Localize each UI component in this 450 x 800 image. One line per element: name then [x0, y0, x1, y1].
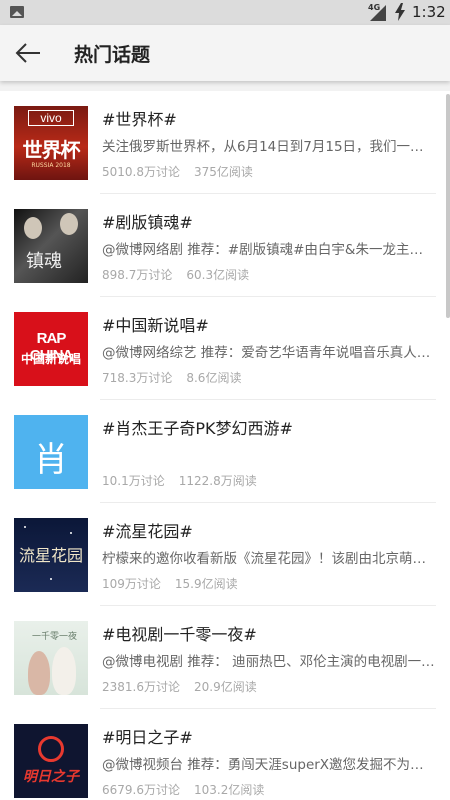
person [28, 651, 50, 695]
discussion-count: 2381.6万讨论 [102, 680, 180, 694]
topic-description: @微博电视剧 推荐： 迪丽热巴、邓伦主演的电视剧一千零一夜 [102, 654, 436, 670]
zhenhun-thumbnail: 镇魂 [14, 209, 88, 283]
read-count: 375亿阅读 [194, 165, 253, 179]
topic-description: 关注俄罗斯世界杯，从6月14日到7月15日，我们一起看球吧 [102, 139, 436, 155]
topic-item-zhenhun[interactable]: 镇魂 #剧版镇魂# @微博网络剧 推荐：#剧版镇魂#由白宇&朱一龙主演，正在热播… [0, 194, 450, 297]
tomorrow-logo-ring [38, 736, 64, 762]
read-count: 15.9亿阅读 [174, 577, 238, 591]
topic-stats: 2381.6万讨论 20.9亿阅读 [102, 678, 257, 695]
1001-nights-logo: 一千零一夜 [32, 632, 78, 642]
back-arrow-icon[interactable] [12, 37, 46, 69]
topic-item-xiaojie[interactable]: 肖 #肖杰王子奇PK梦幻西游# 10.1万讨论 1122.8万阅读 [0, 400, 450, 503]
topic-stats: 5010.8万讨论 375亿阅读 [102, 163, 253, 180]
star [24, 526, 26, 528]
rap-china-logo-cn: 中国新说唱 [20, 352, 81, 366]
topic-description: @微博视频台 推荐：勇闯天涯superX邀您发掘不为人知的音乐人 [102, 757, 436, 773]
topic-stats: 6679.6万讨论 103.2亿阅读 [102, 781, 264, 798]
topic-stats: 10.1万讨论 1122.8万阅读 [102, 472, 257, 489]
topic-stats: 109万讨论 15.9亿阅读 [102, 575, 238, 592]
rap-china-thumbnail: RAP CHINA 中国新说唱 [14, 312, 88, 386]
meteor-garden-thumbnail: 流星花园 [14, 518, 88, 592]
topic-title: #流星花园# [102, 522, 193, 541]
topic-title: #世界杯# [102, 110, 177, 129]
topic-title: #肖杰王子奇PK梦幻西游# [102, 419, 293, 438]
topic-description: @微博网络综艺 推荐：爱奇艺华语青年说唱音乐真人秀节目 [102, 345, 436, 361]
worldcup-logo-text: 世界杯 [22, 138, 81, 162]
tomorrow-logo: 明日之子 [23, 769, 79, 785]
gallery-notification-icon [10, 6, 24, 18]
discussion-count: 5010.8万讨论 [102, 165, 180, 179]
actor-face [24, 217, 42, 239]
read-count: 8.6亿阅读 [186, 371, 242, 385]
topic-title: #剧版镇魂# [102, 213, 193, 232]
topic-item-tomorrow[interactable]: 明日之子 #明日之子# @微博视频台 推荐：勇闯天涯superX邀您发掘不为人知… [0, 709, 450, 800]
discussion-count: 109万讨论 [102, 577, 161, 591]
1001-nights-thumbnail: 一千零一夜 [14, 621, 88, 695]
discussion-count: 898.7万讨论 [102, 268, 173, 282]
person [52, 647, 76, 695]
zhenhun-calligraphy: 镇魂 [26, 251, 62, 272]
meteor-garden-logo: 流星花园 [18, 546, 83, 565]
read-count: 60.3亿阅读 [186, 268, 250, 282]
worldcup-thumbnail: vivo 世界杯 RUSSIA 2018 [14, 106, 88, 180]
topic-item-meteor-garden[interactable]: 流星花园 #流星花园# 柠檬来的邀你收看新版《流星花园》！该剧由北京萌创出品 1… [0, 503, 450, 606]
topic-title: #中国新说唱# [102, 316, 209, 335]
actor-face [60, 213, 78, 235]
read-count: 1122.8万阅读 [178, 474, 257, 488]
topic-item-rap-china[interactable]: RAP CHINA 中国新说唱 #中国新说唱# @微博网络综艺 推荐：爱奇艺华语… [0, 297, 450, 400]
topic-stats: 898.7万讨论 60.3亿阅读 [102, 266, 249, 283]
discussion-count: 10.1万讨论 [102, 474, 165, 488]
read-count: 103.2亿阅读 [194, 783, 265, 797]
vivo-logo: vivo [28, 110, 74, 126]
xiao-character: 肖 [34, 440, 68, 480]
topic-description: @微博网络剧 推荐：#剧版镇魂#由白宇&朱一龙主演，正在热播 [102, 242, 436, 258]
read-count: 20.9亿阅读 [194, 680, 257, 694]
status-bar: 4G 1:32 [0, 0, 450, 25]
tomorrow-thumbnail: 明日之子 [14, 724, 88, 798]
topic-item-1001-nights[interactable]: 一千零一夜 #电视剧一千零一夜# @微博电视剧 推荐： 迪丽热巴、邓伦主演的电视… [0, 606, 450, 709]
star [50, 578, 52, 580]
app-bar: 热门话题 [0, 25, 450, 81]
topic-title: #电视剧一千零一夜# [102, 625, 257, 644]
page-title: 热门话题 [74, 44, 151, 66]
xiao-thumbnail: 肖 [14, 415, 88, 489]
discussion-count: 718.3万讨论 [102, 371, 173, 385]
topic-list: vivo 世界杯 RUSSIA 2018 #世界杯# 关注俄罗斯世界杯，从6月1… [0, 91, 450, 800]
topic-title: #明日之子# [102, 728, 193, 747]
topic-item-worldcup[interactable]: vivo 世界杯 RUSSIA 2018 #世界杯# 关注俄罗斯世界杯，从6月1… [0, 91, 450, 194]
star [70, 532, 72, 534]
scrollbar[interactable] [446, 94, 450, 318]
topic-description: 柠檬来的邀你收看新版《流星花园》！该剧由北京萌创出品 [102, 551, 436, 567]
worldcup-logo-sub: RUSSIA 2018 [31, 162, 71, 169]
discussion-count: 6679.6万讨论 [102, 783, 180, 797]
battery-charging-icon [395, 3, 405, 21]
network-type: 4G [368, 3, 381, 12]
clock: 1:32 [412, 3, 446, 21]
topic-stats: 718.3万讨论 8.6亿阅读 [102, 369, 241, 386]
